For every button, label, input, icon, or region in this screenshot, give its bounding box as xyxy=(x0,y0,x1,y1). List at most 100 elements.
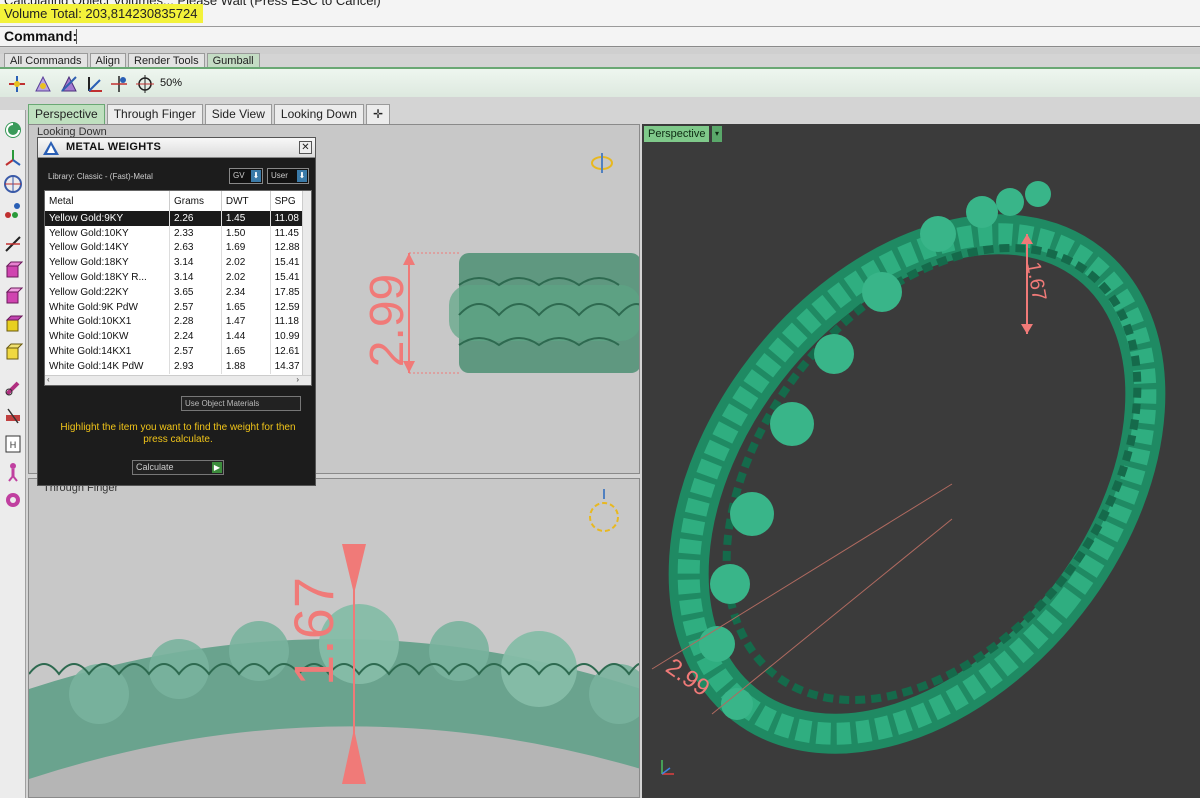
library-label: Library: Classic - (Fast)-Metal xyxy=(48,172,153,181)
panel-header[interactable]: METAL WEIGHTS ✕ xyxy=(38,138,315,158)
cell-grams: 2.33 xyxy=(169,225,222,241)
globe-icon[interactable] xyxy=(3,174,23,194)
pencil-icon[interactable] xyxy=(3,378,23,398)
tab-perspective[interactable]: Perspective xyxy=(28,104,105,124)
user-select[interactable]: User ⬇ xyxy=(267,168,309,184)
cell-dwt: 2.34 xyxy=(221,284,271,300)
cell-metal: Yellow Gold:18KY R... xyxy=(45,270,170,285)
cell-grams: 2.93 xyxy=(169,358,222,374)
tab-gumball[interactable]: Gumball xyxy=(206,53,260,67)
scroll-left-icon[interactable]: ‹ xyxy=(47,375,50,384)
transform-icon[interactable] xyxy=(3,234,23,254)
viewport-through-finger[interactable]: Through Finger 1.67 xyxy=(28,478,640,798)
gumball-icon[interactable] xyxy=(591,153,613,173)
use-object-materials-select[interactable]: Use Object Materials xyxy=(181,396,301,411)
history-icon[interactable]: H xyxy=(3,434,23,454)
metal-table[interactable]: Metal Grams DWT SPG Yellow Gold:9KY 2.26 1… xyxy=(44,190,312,386)
use-object-materials-label: Use Object Materials xyxy=(185,399,260,408)
table-row[interactable]: Yellow Gold:9KY 2.26 1.45 11.08 xyxy=(45,211,310,226)
cell-dwt: 1.47 xyxy=(221,314,271,330)
settings-icon[interactable] xyxy=(3,490,23,510)
axes-icon[interactable] xyxy=(3,148,23,168)
instruction-text: Highlight the item you want to find the … xyxy=(60,422,296,445)
gumball-toolbar: 50% xyxy=(0,67,1200,97)
box-icon[interactable] xyxy=(3,260,23,280)
gumball-rotate-icon[interactable] xyxy=(32,73,54,95)
cell-grams: 2.24 xyxy=(169,329,222,345)
calculate-button[interactable]: Calculate ▶ xyxy=(132,460,224,475)
cell-dwt: 2.02 xyxy=(221,270,271,285)
vertical-scrollbar[interactable] xyxy=(302,191,311,377)
cell-grams: 2.63 xyxy=(169,240,222,256)
user-select-value: User xyxy=(271,171,288,180)
tab-looking-down[interactable]: Looking Down xyxy=(273,104,364,124)
dimension-label: 1.67 xyxy=(282,577,345,686)
table-row[interactable]: Yellow Gold:10KY 2.33 1.50 11.45 xyxy=(45,225,310,241)
cell-metal: White Gold:10KX1 xyxy=(45,314,170,330)
cell-metal: White Gold:9K PdW xyxy=(45,299,170,315)
cell-dwt: 1.88 xyxy=(221,358,271,374)
ring-3d xyxy=(668,181,1166,754)
cell-metal: Yellow Gold:10KY xyxy=(45,225,170,241)
cell-metal: Yellow Gold:18KY xyxy=(45,255,170,271)
close-icon[interactable]: ✕ xyxy=(299,141,312,154)
command-input[interactable] xyxy=(76,29,1196,44)
table-row[interactable]: Yellow Gold:18KY 3.14 2.02 15.41 xyxy=(45,255,310,271)
zoom-level: 50% xyxy=(160,77,183,89)
add-viewport-icon[interactable]: ✛ xyxy=(365,104,390,124)
cell-dwt: 1.65 xyxy=(221,299,271,315)
play-icon: ▶ xyxy=(212,462,222,473)
table-row[interactable]: White Gold:14KX1 2.57 1.65 12.61 xyxy=(45,344,310,359)
viewport-perspective[interactable]: Perspective ▾ 1.67 2.99 xyxy=(642,124,1200,798)
cell-dwt: 1.50 xyxy=(221,225,271,241)
gumball-move-icon[interactable] xyxy=(6,73,28,95)
cell-grams: 3.65 xyxy=(169,284,222,300)
gv-select-value: GV xyxy=(233,171,245,180)
viewport-tabs: Perspective Through Finger Side View Loo… xyxy=(28,104,390,124)
table-row[interactable]: Yellow Gold:18KY R... 3.14 2.02 15.41 xyxy=(45,270,310,285)
table-row[interactable]: Yellow Gold:14KY 2.63 1.69 12.88 xyxy=(45,240,310,256)
table-row[interactable]: Yellow Gold:22KY 3.65 2.34 17.85 xyxy=(45,284,310,300)
left-toolbar: H xyxy=(0,110,26,798)
measure-icon[interactable] xyxy=(3,406,23,426)
tab-align[interactable]: Align xyxy=(89,53,126,67)
gv-select[interactable]: GV ⬇ xyxy=(229,168,263,184)
tab-side-view[interactable]: Side View xyxy=(204,104,272,124)
ring-side-profile xyxy=(449,253,639,373)
cell-metal: White Gold:14K PdW xyxy=(45,358,170,374)
column-header-dwt[interactable]: DWT xyxy=(221,191,271,211)
cell-grams: 2.57 xyxy=(169,299,222,315)
cell-grams: 2.26 xyxy=(169,211,222,226)
gumball-align-icon[interactable] xyxy=(84,73,106,95)
gumball-relocate-icon[interactable] xyxy=(108,73,130,95)
horizontal-scrollbar[interactable]: ‹ › xyxy=(45,375,311,385)
tab-through-finger[interactable]: Through Finger xyxy=(106,104,203,124)
table-row[interactable]: White Gold:10KW 2.24 1.44 10.99 xyxy=(45,329,310,345)
command-history: Calculating Object Volumes... Please Wai… xyxy=(0,0,1200,27)
points-icon[interactable] xyxy=(3,200,23,220)
cell-metal: White Gold:14KX1 xyxy=(45,344,170,359)
column-header-grams[interactable]: Grams xyxy=(169,191,222,211)
figure-icon[interactable] xyxy=(3,462,23,482)
cell-metal: White Gold:10KW xyxy=(45,329,170,345)
cell-dwt: 1.65 xyxy=(221,344,271,359)
gumball-snap-icon[interactable] xyxy=(134,73,156,95)
tab-render-tools[interactable]: Render Tools xyxy=(128,53,205,67)
box-edit-icon[interactable] xyxy=(3,286,23,306)
gumball-icon[interactable] xyxy=(589,489,619,532)
svg-text:H: H xyxy=(10,440,17,450)
box-yellow-icon[interactable] xyxy=(3,314,23,334)
scroll-right-icon[interactable]: › xyxy=(296,375,299,384)
column-header-metal[interactable]: Metal xyxy=(45,191,170,211)
tab-all-commands[interactable]: All Commands xyxy=(4,53,88,67)
calculate-label: Calculate xyxy=(136,462,174,472)
gumball-scale-icon[interactable] xyxy=(58,73,80,95)
table-row[interactable]: White Gold:14K PdW 2.93 1.88 14.37 xyxy=(45,358,310,374)
cycle-icon[interactable] xyxy=(3,120,23,140)
cell-metal: Yellow Gold:14KY xyxy=(45,240,170,256)
table-row[interactable]: White Gold:10KX1 2.28 1.47 11.18 xyxy=(45,314,310,330)
table-row[interactable]: White Gold:9K PdW 2.57 1.65 12.59 xyxy=(45,299,310,315)
panel-title: METAL WEIGHTS xyxy=(66,141,162,153)
cell-dwt: 1.44 xyxy=(221,329,271,345)
box-gold-icon[interactable] xyxy=(3,342,23,362)
